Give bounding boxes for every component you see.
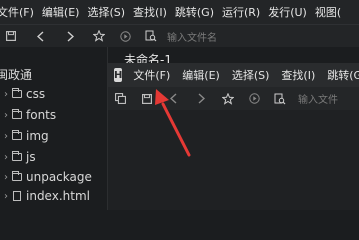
project-root[interactable]: 闽政通 xyxy=(0,65,32,83)
tree-item-js[interactable]: › js xyxy=(0,148,36,166)
menu-edit[interactable]: 编辑(E) xyxy=(38,4,84,20)
play-icon[interactable] xyxy=(119,30,131,42)
menu-find[interactable]: 查找(I) xyxy=(129,4,171,20)
second-window-toolbar: 输入文件 xyxy=(108,87,359,110)
tree-item-fonts[interactable]: › fonts xyxy=(0,106,56,124)
chevron-right-icon: › xyxy=(4,88,8,100)
tree-item-index-html[interactable]: › index.html xyxy=(0,187,90,205)
save-icon[interactable] xyxy=(141,93,153,104)
menu-edit[interactable]: 编辑(E) xyxy=(182,67,220,83)
chevron-right-icon: › xyxy=(4,130,8,142)
tree-item-label: img xyxy=(26,129,49,143)
menu-find[interactable]: 查找(I) xyxy=(281,67,315,83)
folder-icon xyxy=(12,109,22,119)
tree-item-label: js xyxy=(26,150,36,164)
save-icon[interactable] xyxy=(5,31,17,41)
star-icon[interactable] xyxy=(93,30,105,42)
file-search-input[interactable]: 输入文件名 xyxy=(167,29,217,44)
chevron-right-icon: › xyxy=(4,171,8,183)
project-sidebar: 闽政通 › css › fonts › img › js › unpackage… xyxy=(0,47,108,210)
copy-icon[interactable] xyxy=(114,93,126,104)
chevron-right-icon: › xyxy=(4,109,8,121)
app-logo: H xyxy=(114,68,123,82)
main-toolbar: 输入文件名 xyxy=(0,25,359,47)
file-search-input[interactable]: 输入文件 xyxy=(298,91,338,106)
project-name: 闽政通 xyxy=(0,67,33,82)
tree-item-img[interactable]: › img xyxy=(0,127,49,145)
menu-file[interactable]: 文件(F) xyxy=(0,4,38,20)
folder-icon xyxy=(12,171,22,181)
menu-publish[interactable]: 发行(U) xyxy=(264,4,311,20)
main-menubar: 文件(F) 编辑(E) 选择(S) 查找(I) 跳转(G) 运行(R) 发行(U… xyxy=(0,0,359,25)
forward-icon[interactable] xyxy=(196,93,206,104)
menu-select[interactable]: 选择(S) xyxy=(232,67,270,83)
tree-item-label: index.html xyxy=(26,189,90,203)
menu-view[interactable]: 视图( xyxy=(311,4,345,20)
star-icon[interactable] xyxy=(222,92,234,105)
forward-icon[interactable] xyxy=(65,30,75,42)
folder-icon xyxy=(12,151,22,161)
tree-item-label: css xyxy=(26,87,46,101)
menu-goto[interactable]: 跳转(G) xyxy=(327,67,359,83)
menu-file[interactable]: 文件(F) xyxy=(133,67,170,83)
preview-icon[interactable] xyxy=(274,93,286,105)
preview-icon[interactable] xyxy=(145,30,157,42)
play-icon[interactable] xyxy=(248,93,260,104)
folder-icon xyxy=(12,130,22,140)
tree-item-css[interactable]: › css xyxy=(0,85,45,103)
chevron-right-icon: › xyxy=(4,151,8,163)
chevron-right-icon: › xyxy=(4,190,8,202)
menu-goto[interactable]: 跳转(G) xyxy=(171,4,218,20)
folder-icon xyxy=(12,88,22,98)
second-window-menubar: H 文件(F) 编辑(E) 选择(S) 查找(I) 跳转(G) xyxy=(108,63,359,87)
tree-item-label: unpackage xyxy=(26,170,92,184)
tree-item-unpackage[interactable]: › unpackage xyxy=(0,168,92,186)
menu-select[interactable]: 选择(S) xyxy=(83,4,129,20)
back-icon[interactable] xyxy=(35,30,45,42)
back-icon[interactable] xyxy=(168,93,178,104)
file-icon xyxy=(13,191,21,201)
second-window: H 文件(F) 编辑(E) 选择(S) 查找(I) 跳转(G) 输入文件 xyxy=(108,63,359,210)
menu-run[interactable]: 运行(R) xyxy=(218,4,264,20)
tree-item-label: fonts xyxy=(26,108,57,122)
